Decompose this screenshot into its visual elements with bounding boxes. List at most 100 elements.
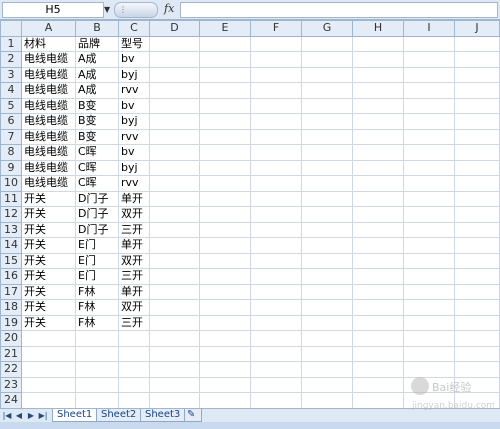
cell-empty[interactable] (199, 175, 251, 192)
cell-c[interactable] (118, 376, 150, 393)
cell-b[interactable]: B变 (75, 113, 119, 130)
cell-empty[interactable] (149, 159, 200, 176)
row-header[interactable]: 17 (0, 283, 22, 300)
cell-empty[interactable] (403, 35, 455, 52)
cell-empty[interactable] (403, 190, 455, 207)
cell-b[interactable]: D门子 (75, 206, 119, 223)
cell-c[interactable]: byj (118, 113, 150, 130)
cell-a[interactable]: 电线电缆 (21, 51, 76, 68)
cell-a[interactable]: 电线电缆 (21, 66, 76, 83)
cell-empty[interactable] (199, 252, 251, 269)
cell-empty[interactable] (250, 97, 302, 114)
cell-empty[interactable] (301, 330, 353, 347)
cell-empty[interactable] (454, 283, 500, 300)
cell-empty[interactable] (454, 237, 500, 254)
row-header[interactable]: 23 (0, 376, 22, 393)
cell-empty[interactable] (149, 283, 200, 300)
row-header[interactable]: 12 (0, 206, 22, 223)
cell-c[interactable] (118, 345, 150, 362)
cell-a[interactable]: 开关 (21, 299, 76, 316)
cell-empty[interactable] (301, 283, 353, 300)
cell-empty[interactable] (199, 82, 251, 99)
cell-empty[interactable] (301, 159, 353, 176)
cell-a[interactable]: 开关 (21, 314, 76, 331)
cell-empty[interactable] (250, 345, 302, 362)
column-header-h[interactable]: H (352, 20, 404, 37)
cell-empty[interactable] (352, 299, 404, 316)
cell-c[interactable] (118, 330, 150, 347)
cell-empty[interactable] (250, 51, 302, 68)
cell-empty[interactable] (352, 66, 404, 83)
cell-empty[interactable] (352, 237, 404, 254)
column-header-d[interactable]: D (149, 20, 200, 37)
cell-empty[interactable] (454, 144, 500, 161)
cell-b[interactable]: F林 (75, 299, 119, 316)
cell-empty[interactable] (301, 299, 353, 316)
cell-a[interactable]: 开关 (21, 268, 76, 285)
cell-empty[interactable] (454, 175, 500, 192)
column-header-g[interactable]: G (301, 20, 353, 37)
cell-a[interactable]: 电线电缆 (21, 97, 76, 114)
cell-a[interactable]: 开关 (21, 221, 76, 238)
cell-a[interactable]: 电线电缆 (21, 159, 76, 176)
cell-empty[interactable] (149, 237, 200, 254)
column-header-f[interactable]: F (250, 20, 302, 37)
last-sheet-icon[interactable]: ▶| (38, 409, 48, 422)
cell-empty[interactable] (149, 221, 200, 238)
cell-c[interactable]: rvv (118, 175, 150, 192)
column-header-i[interactable]: I (403, 20, 455, 37)
cell-c[interactable]: 单开 (118, 237, 150, 254)
cell-a[interactable]: 电线电缆 (21, 128, 76, 145)
cell-empty[interactable] (454, 97, 500, 114)
tab-sheet2[interactable]: Sheet2 (96, 409, 142, 422)
cell-empty[interactable] (352, 345, 404, 362)
cell-empty[interactable] (454, 345, 500, 362)
cell-empty[interactable] (250, 299, 302, 316)
cell-b[interactable]: E门 (75, 237, 119, 254)
cell-empty[interactable] (149, 51, 200, 68)
cell-empty[interactable] (149, 35, 200, 52)
column-header-e[interactable]: E (199, 20, 251, 37)
cell-c[interactable]: 型号 (118, 35, 150, 52)
cell-empty[interactable] (454, 190, 500, 207)
column-header-c[interactable]: C (118, 20, 150, 37)
cell-empty[interactable] (149, 144, 200, 161)
cell-empty[interactable] (454, 51, 500, 68)
cell-empty[interactable] (250, 128, 302, 145)
row-header[interactable]: 22 (0, 361, 22, 378)
cell-empty[interactable] (250, 392, 302, 409)
cell-empty[interactable] (250, 190, 302, 207)
row-header[interactable]: 1 (0, 35, 22, 52)
cell-empty[interactable] (301, 128, 353, 145)
next-sheet-icon[interactable]: ▶ (26, 409, 36, 422)
cell-empty[interactable] (301, 376, 353, 393)
row-header[interactable]: 15 (0, 252, 22, 269)
cell-empty[interactable] (149, 175, 200, 192)
row-header[interactable]: 13 (0, 221, 22, 238)
cell-empty[interactable] (454, 330, 500, 347)
cell-b[interactable]: A成 (75, 66, 119, 83)
tab-sheet3[interactable]: Sheet3 (140, 409, 186, 422)
cell-empty[interactable] (403, 283, 455, 300)
cell-empty[interactable] (352, 283, 404, 300)
cell-empty[interactable] (149, 206, 200, 223)
cell-b[interactable]: E门 (75, 268, 119, 285)
cell-c[interactable] (118, 392, 150, 409)
cell-b[interactable]: E门 (75, 252, 119, 269)
cell-a[interactable] (21, 345, 76, 362)
cell-empty[interactable] (250, 82, 302, 99)
resize-handle-icon[interactable]: ⋮ (119, 3, 127, 17)
cell-a[interactable]: 开关 (21, 206, 76, 223)
cell-a[interactable] (21, 392, 76, 409)
cell-b[interactable]: A成 (75, 82, 119, 99)
select-all-corner[interactable] (0, 20, 22, 37)
cell-b[interactable] (75, 345, 119, 362)
cell-empty[interactable] (250, 35, 302, 52)
row-header[interactable]: 5 (0, 97, 22, 114)
cell-empty[interactable] (149, 128, 200, 145)
cell-empty[interactable] (199, 51, 251, 68)
cell-empty[interactable] (301, 35, 353, 52)
cell-empty[interactable] (250, 66, 302, 83)
cell-b[interactable] (75, 361, 119, 378)
cell-c[interactable]: 三开 (118, 268, 150, 285)
